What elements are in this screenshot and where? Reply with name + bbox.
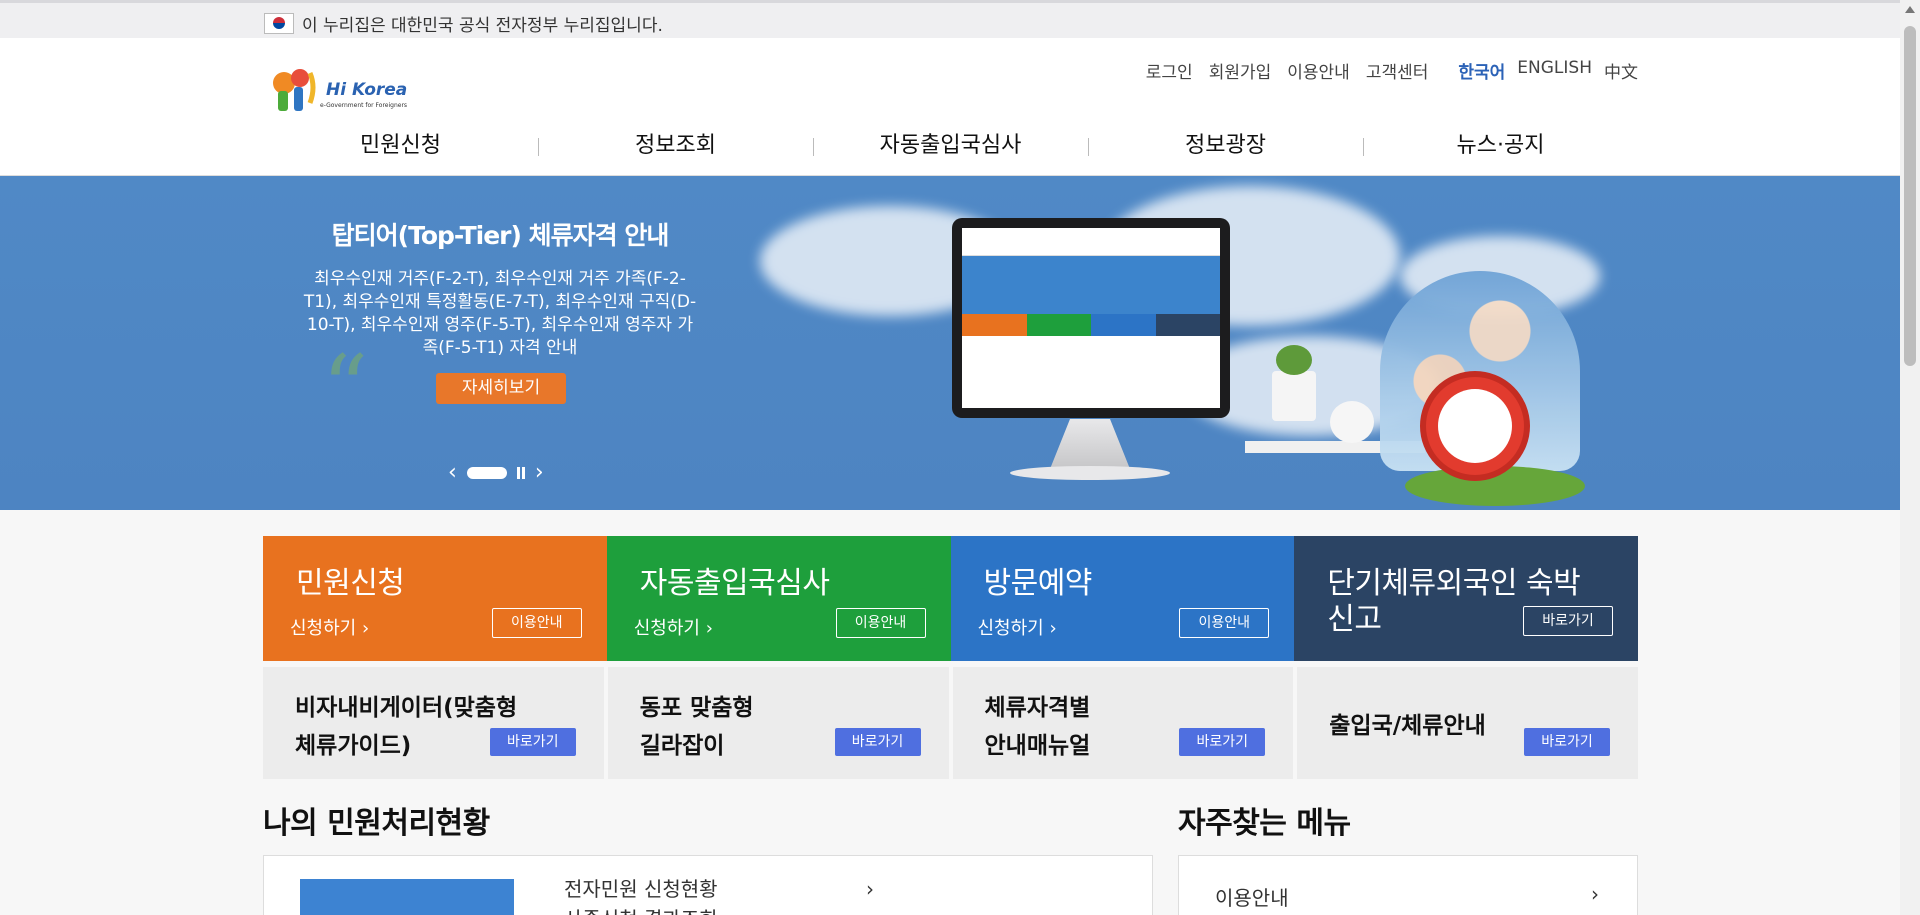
- monitor-stand: [1050, 419, 1130, 469]
- tile-overseas-korean-guide[interactable]: 동포 맞춤형 길라잡이 바로가기: [607, 667, 949, 779]
- monitor-base: [1010, 466, 1170, 480]
- gov-notice-bar: 이 누리집은 대한민국 공식 전자정부 누리집입니다.: [0, 0, 1900, 38]
- my-status-title: 나의 민원처리현황: [263, 806, 490, 841]
- info-tiles: 비자내비게이터(맞춤형 체류가이드) 바로가기 동포 맞춤형 길라잡이 바로가기 체…: [263, 667, 1638, 779]
- logo-text: Hi Korea: [326, 80, 407, 100]
- banner-detail-button[interactable]: 자세히보기: [436, 373, 566, 404]
- login-link[interactable]: 로그인: [1146, 58, 1193, 83]
- nav-info-plaza[interactable]: 정보광장: [1088, 126, 1363, 166]
- gov-notice-text: 이 누리집은 대한민국 공식 전자정부 누리집입니다.: [302, 16, 663, 36]
- favorites-panel: 이용안내 ›: [1178, 855, 1638, 915]
- utility-menu: 로그인 회원가입 이용안내 고객센터 한국어 ENGLISH 中文: [1146, 58, 1638, 83]
- my-status-panel: 전자민원 신청현황› 사증신청 결과조회›: [263, 855, 1153, 915]
- tile-civil-application[interactable]: 민원신청 신청하기 › 이용안내: [263, 536, 607, 661]
- scroll-up-icon[interactable]: [1905, 6, 1915, 13]
- nav-civil-application[interactable]: 민원신청: [263, 126, 538, 166]
- tile-apply-link[interactable]: 신청하기 ›: [978, 614, 1057, 640]
- tile-guide-button[interactable]: 이용안내: [835, 608, 926, 638]
- guide-link[interactable]: 이용안내: [1287, 58, 1350, 83]
- page-scrollbar[interactable]: [1900, 0, 1920, 915]
- alarm-clock-illustration: [1420, 371, 1530, 481]
- status-links: 전자민원 신청현황› 사증신청 결과조회›: [564, 874, 874, 915]
- status-link-visa-result[interactable]: 사증신청 결과조회›: [564, 904, 874, 915]
- nav-auto-immigration[interactable]: 자동출입국심사: [813, 126, 1088, 166]
- chevron-right-icon: ›: [1591, 882, 1599, 906]
- nav-news-notice[interactable]: 뉴스·공지: [1363, 126, 1638, 166]
- tile-apply-link[interactable]: 신청하기 ›: [634, 614, 713, 640]
- tile-guide-button[interactable]: 이용안내: [1179, 608, 1270, 638]
- tile-auto-immigration[interactable]: 자동출입국심사 신청하기 › 이용안내: [606, 536, 951, 661]
- scrollbar-thumb[interactable]: [1904, 26, 1916, 366]
- chevron-right-icon: ›: [866, 904, 874, 915]
- tile-lodging-report[interactable]: 단기체류외국인 숙박 신고 바로가기: [1294, 536, 1638, 661]
- go-button[interactable]: 바로가기: [1179, 728, 1266, 756]
- prev-slide-icon[interactable]: ‹: [448, 462, 457, 484]
- svg-text:e-Government for Foreigners: e-Government for Foreigners: [320, 102, 407, 109]
- tile-immigration-guide[interactable]: 출입국/체류안내 바로가기: [1297, 667, 1638, 779]
- nav-info-lookup[interactable]: 정보조회: [538, 126, 813, 166]
- tile-visa-navigator[interactable]: 비자내비게이터(맞춤형 체류가이드) 바로가기: [263, 667, 604, 779]
- chevron-right-icon: ›: [705, 618, 713, 639]
- next-slide-icon[interactable]: ›: [535, 462, 544, 484]
- korea-flag-icon: [264, 13, 294, 34]
- plant-illustration: [1272, 345, 1316, 421]
- tile-visit-reservation[interactable]: 방문예약 신청하기 › 이용안내: [950, 536, 1295, 661]
- signup-link[interactable]: 회원가입: [1209, 58, 1272, 83]
- banner-description: 최우수인재 거주(F-2-T), 최우수인재 거주 가족(F-2-T1), 최우…: [303, 269, 697, 358]
- hikorea-logo[interactable]: Hi Korea e-Government for Foreigners: [270, 63, 420, 117]
- main-banner: “ 탑티어(Top-Tier) 체류자격 안내 최우수인재 거주(F-2-T),…: [0, 176, 1900, 510]
- go-button[interactable]: 바로가기: [489, 728, 576, 756]
- lang-chinese[interactable]: 中文: [1604, 58, 1638, 83]
- tile-apply-link[interactable]: 신청하기 ›: [290, 614, 369, 640]
- banner-title: 탑티어(Top-Tier) 체류자격 안내: [331, 221, 670, 250]
- chevron-right-icon: ›: [361, 618, 370, 639]
- favorite-item[interactable]: 이용안내 ›: [1215, 882, 1601, 915]
- go-button[interactable]: 바로가기: [1524, 728, 1610, 756]
- main-nav: 민원신청 정보조회 자동출입국심사 정보광장 뉴스·공지: [263, 126, 1638, 166]
- banner-controls: ‹ ›: [448, 462, 544, 484]
- go-button[interactable]: 바로가기: [834, 728, 921, 756]
- robot-illustration: [1330, 401, 1374, 443]
- site-header: Hi Korea e-Government for Foreigners 로그인…: [0, 38, 1900, 176]
- tile-status-manual[interactable]: 체류자격별 안내매뉴얼 바로가기: [952, 667, 1294, 779]
- monitor-illustration: [952, 218, 1230, 418]
- lang-english[interactable]: ENGLISH: [1517, 58, 1592, 83]
- tile-go-button[interactable]: 바로가기: [1523, 606, 1613, 636]
- quick-service-tiles: 민원신청 신청하기 › 이용안내 자동출입국심사 신청하기 › 이용안내 방문예…: [263, 536, 1638, 661]
- slide-indicator[interactable]: [466, 467, 507, 479]
- chevron-right-icon: ›: [866, 877, 874, 901]
- status-link-e-application[interactable]: 전자민원 신청현황 ›: [564, 874, 874, 904]
- favorites-title: 자주찾는 메뉴: [1178, 806, 1351, 841]
- customer-center-link[interactable]: 고객센터: [1366, 58, 1429, 83]
- pause-icon[interactable]: [516, 467, 525, 479]
- chevron-right-icon: ›: [1049, 618, 1057, 639]
- status-lookup-button[interactable]: [300, 879, 514, 915]
- tile-guide-button[interactable]: 이용안내: [491, 608, 582, 638]
- lang-korean[interactable]: 한국어: [1458, 58, 1505, 83]
